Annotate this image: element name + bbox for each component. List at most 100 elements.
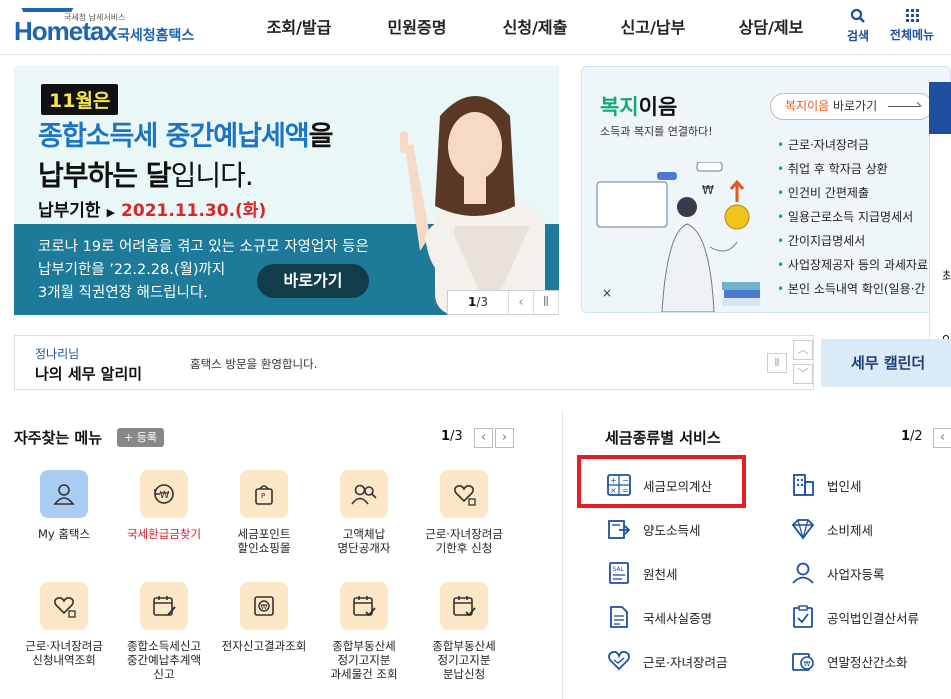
main-banner[interactable]: 11월은 종합소득세 중간예납세액을 납부하는 달입니다. 납부기한 ▶ 2021.… (14, 66, 559, 315)
favorites-page-total: /3 (450, 429, 463, 444)
banner-note-line: 코로나 19로 어려움을 겪고 있는 소규모 자영업자 등은 (38, 239, 369, 255)
welfare-banner[interactable]: 복지이음 소득과 복지를 연결하다! 복지이음 바로가기 근로·자녀장려금 취업… (581, 66, 951, 313)
welfare-go-label: 바로가기 (829, 99, 878, 113)
tax-calendar-button[interactable]: 세무 캘린더 (821, 339, 951, 387)
search-label: 검색 (846, 29, 870, 43)
tax-services-prev-button[interactable]: ‹ (933, 428, 951, 448)
heart-hand-icon (604, 646, 634, 676)
tax-item-label: 연말정산간소화 (827, 654, 908, 670)
fav-item-delinquent-list[interactable]: 고액체납 명단공개자 (314, 470, 414, 555)
favorites-next-button[interactable]: › (495, 428, 514, 448)
tax-item-withholding[interactable]: SAL 원천세 (604, 551, 678, 595)
people-search-icon (340, 470, 388, 518)
fav-item-incentive-late-apply[interactable]: 근로·자녀장려금 기한후 신청 (414, 470, 514, 555)
banner-due-date: 납부기한 ▶ 2021.11.30.(화) (38, 196, 266, 221)
transfer-doc-icon (604, 514, 634, 544)
fav-item-refund[interactable]: ₩ 국세환급금찾기 (114, 470, 214, 541)
favorites-register-button[interactable]: + 등록 (117, 428, 164, 447)
tax-item-fact-certificate[interactable]: 국세사실증명 (604, 595, 712, 639)
welfare-item[interactable]: 본인 소득내역 확인(일용·간 (777, 277, 928, 301)
won-doc-icon: ₩ (240, 582, 288, 630)
nav-item-report-payment[interactable]: 신고/납부 (594, 0, 712, 55)
due-date-value: 2021.11.30.(화) (121, 201, 267, 221)
welfare-item[interactable]: 근로·자녀장려금 (777, 133, 928, 157)
banner-go-button[interactable]: 바로가기 (257, 264, 369, 298)
search-button[interactable]: 검색 (841, 8, 875, 44)
banner-prev-button[interactable]: ‹ (508, 291, 533, 314)
tax-item-capital-gains[interactable]: 양도소득세 (604, 507, 701, 551)
all-menu-label: 전체메뉴 (889, 28, 935, 42)
welfare-item[interactable]: 일용근로소득 지급명세서 (777, 205, 928, 229)
top-header: 국세청 납세서비스 Hometax 국세청홈택스 조회/발급 민원증명 신청/제… (0, 0, 951, 55)
favorites-page-indicator: 1/3 (441, 429, 463, 444)
welfare-illustration: ₩ × (596, 162, 760, 312)
tax-item-label: 국세사실증명 (643, 610, 713, 626)
fav-label: 종합부동산세 정기고지분 분납신청 (432, 639, 496, 681)
tax-item-business-registration[interactable]: 사업자등록 (788, 551, 885, 595)
banner-next-button[interactable]: › (558, 291, 559, 314)
fav-label: 세금포인트 할인쇼핑몰 (237, 527, 291, 555)
fav-item-incentive-history[interactable]: 근로·자녀장려금 신청내역조회 (14, 582, 114, 667)
tax-item-consumption[interactable]: 소비제세 (788, 507, 873, 551)
nav-item-certificate[interactable]: 민원증명 (358, 0, 476, 55)
building-icon (788, 470, 818, 500)
tax-item-corporate[interactable]: 법인세 (788, 463, 862, 507)
right-quick-tab[interactable] (929, 82, 951, 134)
fav-item-tax-point-mall[interactable]: P 세금포인트 할인쇼핑몰 (214, 470, 314, 555)
fav-label: 고액체납 명단공개자 (337, 527, 391, 555)
quick-panel-char: 최 (942, 270, 951, 285)
tax-item-label: 소비제세 (827, 522, 874, 538)
welfare-subtitle: 소득과 복지를 연결하다! (600, 125, 713, 138)
fav-item-income-tax-interim[interactable]: 종합소득세신고 중간예납추계액 신고 (114, 582, 214, 681)
tax-alert-bar: 정나리님 나의 세무 알리미 홈택스 방문을 환영합니다. Ⅱ ︿ ﹀ (14, 335, 814, 390)
welcome-message: 홈택스 방문을 환영합니다. (190, 357, 318, 371)
svg-text:×: × (602, 286, 612, 300)
tax-item-label: 사업자등록 (827, 566, 885, 582)
banner-pause-button[interactable]: Ⅱ (533, 291, 558, 314)
fav-label: 종합부동산세 정기고지분 과세물건 조회 (330, 639, 398, 681)
tax-item-label: 양도소득세 (643, 522, 701, 538)
nav-item-inquiry[interactable]: 조회/발급 (240, 0, 358, 55)
person-icon (40, 470, 88, 518)
tax-services-page-current: 1 (901, 429, 911, 444)
heart-hand-icon (440, 470, 488, 518)
favorites-title: 자주찾는 메뉴 (14, 429, 103, 447)
all-menu-button[interactable]: 전체메뉴 (884, 8, 940, 43)
tax-alert-title[interactable]: 나의 세무 알리미 (35, 363, 142, 384)
welfare-item[interactable]: 간이지급명세서 (777, 229, 928, 253)
tax-item-label: 원천세 (643, 566, 678, 582)
user-name: 정나리님 (35, 347, 80, 361)
hometax-logo[interactable]: 국세청 납세서비스 Hometax 국세청홈택스 (14, 6, 199, 46)
alert-pause-button[interactable]: Ⅱ (767, 353, 787, 373)
tax-services-title: 세금종류별 서비스 (605, 429, 721, 447)
banner-pagination: 1/3 ‹ Ⅱ › (447, 290, 559, 315)
fav-label: 전자신고결과조회 (221, 639, 307, 653)
tax-item-public-interest-corp[interactable]: 공익법인결산서류 (788, 595, 919, 639)
svg-text:P: P (261, 492, 265, 500)
section-divider (562, 410, 563, 699)
fav-label: 종합소득세신고 중간예납추계액 신고 (126, 639, 202, 681)
fav-item-property-tax-inquiry[interactable]: 종합부동산세 정기고지분 과세물건 조회 (314, 582, 414, 681)
alert-down-button[interactable]: ﹀ (793, 364, 813, 384)
favorites-page-current: 1 (441, 429, 451, 444)
svg-text:₩: ₩ (160, 490, 170, 501)
nav-item-consult[interactable]: 상담/제보 (712, 0, 830, 55)
welfare-item-list: 근로·자녀장려금 취업 후 학자금 상환 인건비 간편제출 일용근로소득 지급명… (777, 133, 928, 301)
tax-item-incentive[interactable]: 근로·자녀장려금 (604, 639, 727, 683)
tax-item-year-end-settlement[interactable]: ₩ 연말정산간소화 (788, 639, 908, 683)
fav-item-property-tax-installment[interactable]: 종합부동산세 정기고지분 분납신청 (414, 582, 514, 681)
welfare-item[interactable]: 사업장제공자 등의 과세자료 (777, 253, 928, 277)
fav-item-efiling-result[interactable]: ₩ 전자신고결과조회 (214, 582, 314, 653)
fav-item-my-hometax[interactable]: My 홈택스 (14, 470, 114, 541)
banner-badge: 11월은 (41, 84, 119, 115)
banner-headline-bold: 납부하는 달 (38, 159, 172, 192)
welfare-item[interactable]: 취업 후 학자금 상환 (777, 157, 928, 181)
welfare-go-button[interactable]: 복지이음 바로가기 (770, 93, 933, 120)
welfare-item[interactable]: 인건비 간편제출 (777, 181, 928, 205)
fav-label: 근로·자녀장려금 신청내역조회 (25, 639, 103, 667)
favorites-prev-button[interactable]: ‹ (474, 428, 493, 448)
welfare-title: 복지이음 (600, 91, 677, 121)
nav-item-application[interactable]: 신청/제출 (476, 0, 594, 55)
alert-up-button[interactable]: ︿ (793, 340, 813, 360)
welfare-title-green: 복지 (600, 95, 639, 119)
